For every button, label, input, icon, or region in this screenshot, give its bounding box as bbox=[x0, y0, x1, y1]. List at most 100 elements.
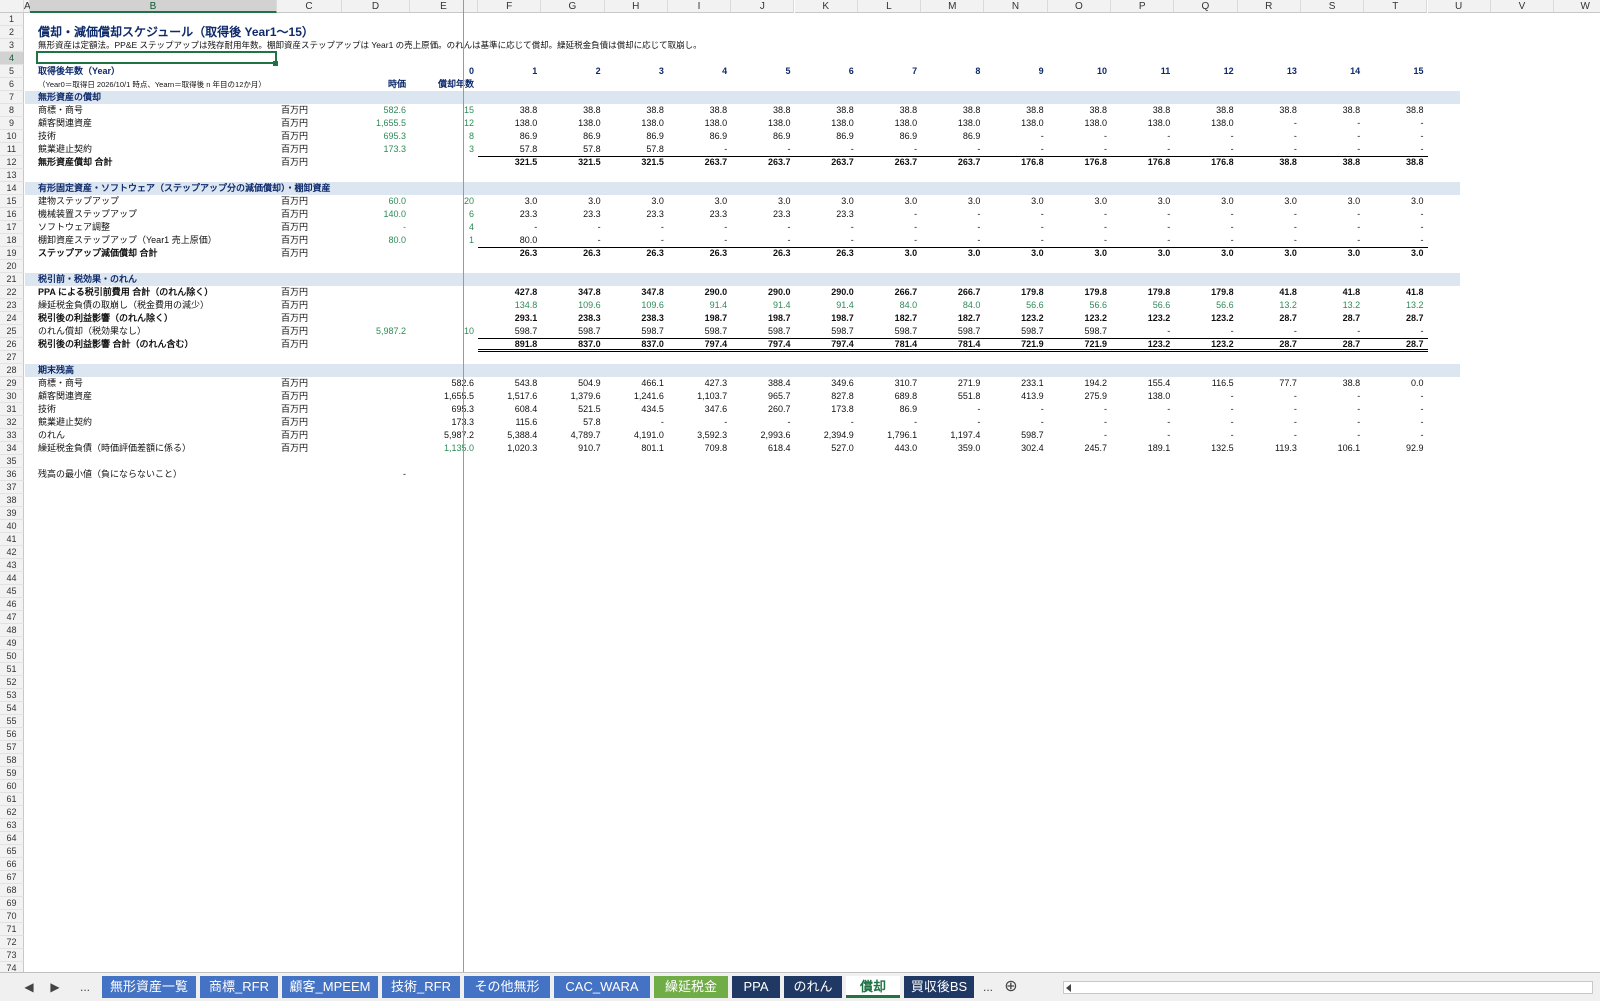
column-header-r[interactable]: R bbox=[1237, 0, 1301, 13]
value-cell[interactable]: 38.8 bbox=[1304, 156, 1424, 169]
row-header[interactable]: 21 bbox=[0, 273, 24, 286]
tab-scroll-next-icon[interactable]: ▶ bbox=[46, 976, 64, 998]
row-header[interactable]: 62 bbox=[0, 806, 24, 819]
row-label[interactable]: 技術 bbox=[38, 403, 56, 416]
sheet-tab[interactable]: 商標_RFR bbox=[200, 976, 278, 998]
column-header-l[interactable]: L bbox=[857, 0, 922, 13]
row-header[interactable]: 59 bbox=[0, 767, 24, 780]
select-all-corner[interactable] bbox=[0, 0, 24, 13]
sheet-tab[interactable]: その他無形 bbox=[464, 976, 550, 998]
row-label[interactable]: PPA による税引前費用 合計（のれん除く） bbox=[38, 286, 213, 299]
spreadsheet-grid[interactable]: ABCDEFGHIJKLMNOPQRSTUVW 1 2 3 4 5 6 7 8 9 10 11 12 1… bbox=[0, 0, 1600, 972]
value-cell[interactable]: - bbox=[1304, 416, 1424, 429]
fill-handle[interactable] bbox=[273, 61, 278, 66]
row-label[interactable]: 繰延税金負債の取崩し（税金費用の減少） bbox=[38, 299, 209, 312]
column-header-t[interactable]: T bbox=[1364, 0, 1428, 13]
value-cell[interactable]: - bbox=[1304, 130, 1424, 143]
tab-more-right[interactable]: ... bbox=[978, 976, 998, 998]
row-label[interactable]: 競業避止契約 bbox=[38, 143, 92, 156]
row-header[interactable]: 37 bbox=[0, 481, 24, 494]
unit-cell[interactable]: 百万円 bbox=[281, 156, 308, 169]
value-cell[interactable]: - bbox=[1304, 234, 1424, 247]
row-header[interactable]: 54 bbox=[0, 702, 24, 715]
value-cell[interactable]: 3.0 bbox=[1304, 247, 1424, 260]
min-balance-check-value[interactable]: - bbox=[286, 468, 406, 481]
row-header[interactable]: 50 bbox=[0, 650, 24, 663]
row-header[interactable]: 52 bbox=[0, 676, 24, 689]
sheet-tab[interactable]: 買収後BS bbox=[904, 976, 974, 998]
row-header[interactable]: 8 bbox=[0, 104, 24, 117]
unit-cell[interactable]: 百万円 bbox=[281, 390, 308, 403]
value-cell[interactable]: - bbox=[1304, 117, 1424, 130]
row-header[interactable]: 73 bbox=[0, 949, 24, 962]
row-header[interactable]: 23 bbox=[0, 299, 24, 312]
row-header[interactable]: 65 bbox=[0, 845, 24, 858]
section-intangible-amortization[interactable]: 無形資産の償却 bbox=[38, 91, 101, 104]
row-header[interactable]: 1 bbox=[0, 13, 24, 26]
row-label[interactable]: ステップアップ減価償却 合計 bbox=[38, 247, 158, 260]
row-header[interactable]: 15 bbox=[0, 195, 24, 208]
row-label[interactable]: 顧客関連資産 bbox=[38, 390, 92, 403]
sheet-tab[interactable]: 繰延税金 bbox=[654, 976, 728, 998]
column-header-q[interactable]: Q bbox=[1174, 0, 1238, 13]
row-header[interactable]: 47 bbox=[0, 611, 24, 624]
row-header[interactable]: 12 bbox=[0, 156, 24, 169]
column-header-p[interactable]: P bbox=[1111, 0, 1175, 13]
unit-cell[interactable]: 百万円 bbox=[281, 442, 308, 455]
sheet-tab[interactable]: CAC_WARA bbox=[554, 976, 650, 998]
useful-life-header[interactable]: 償却年数 bbox=[354, 78, 474, 91]
row-header[interactable]: 44 bbox=[0, 572, 24, 585]
row-header[interactable]: 5 bbox=[0, 65, 24, 78]
row-label[interactable]: のれん償却（税効果なし） bbox=[38, 325, 146, 338]
value-cell[interactable]: 3.0 bbox=[1304, 195, 1424, 208]
row-header[interactable]: 38 bbox=[0, 494, 24, 507]
column-header-e[interactable]: E bbox=[410, 0, 478, 13]
row-header[interactable]: 28 bbox=[0, 364, 24, 377]
row-header[interactable]: 18 bbox=[0, 234, 24, 247]
timing-note[interactable]: （Year0＝取得日 2026/10/1 時点、Yearn＝取得後 n 年目の1… bbox=[38, 78, 266, 91]
row-header[interactable]: 29 bbox=[0, 377, 24, 390]
row-header[interactable]: 9 bbox=[0, 117, 24, 130]
column-header-s[interactable]: S bbox=[1300, 0, 1365, 13]
row-header[interactable]: 68 bbox=[0, 884, 24, 897]
row-label[interactable]: 税引後の利益影響 合計（のれん含む） bbox=[38, 338, 194, 351]
row-label[interactable]: 商標・商号 bbox=[38, 104, 83, 117]
tab-more-left[interactable]: ... bbox=[74, 976, 96, 998]
unit-cell[interactable]: 百万円 bbox=[281, 416, 308, 429]
row-header[interactable]: 19 bbox=[0, 247, 24, 260]
value-cell[interactable]: - bbox=[1304, 429, 1424, 442]
column-header-m[interactable]: M bbox=[921, 0, 985, 13]
column-header-i[interactable]: I bbox=[667, 0, 732, 13]
row-label[interactable]: 競業避止契約 bbox=[38, 416, 92, 429]
row-label[interactable]: 商標・商号 bbox=[38, 377, 83, 390]
row-header[interactable]: 16 bbox=[0, 208, 24, 221]
row-header[interactable]: 53 bbox=[0, 689, 24, 702]
add-sheet-icon[interactable]: ⊕ bbox=[1000, 976, 1022, 998]
row-header[interactable]: 41 bbox=[0, 533, 24, 546]
column-header-g[interactable]: G bbox=[541, 0, 605, 13]
tab-scroll-prev-icon[interactable]: ◀ bbox=[20, 976, 38, 998]
row-label[interactable]: 棚卸資産ステップアップ（Year1 売上原価） bbox=[38, 234, 217, 247]
row-header[interactable]: 42 bbox=[0, 546, 24, 559]
row-header[interactable]: 27 bbox=[0, 351, 24, 364]
section-ending-balances[interactable]: 期末残高 bbox=[38, 364, 74, 377]
value-cell[interactable]: - bbox=[1304, 403, 1424, 416]
row-header[interactable]: 25 bbox=[0, 325, 24, 338]
row-header[interactable]: 61 bbox=[0, 793, 24, 806]
row-label[interactable]: 税引後の利益影響（のれん除く） bbox=[38, 312, 173, 325]
row-label[interactable]: ソフトウェア調整 bbox=[38, 221, 110, 234]
row-header[interactable]: 67 bbox=[0, 871, 24, 884]
row-header[interactable]: 49 bbox=[0, 637, 24, 650]
unit-cell[interactable]: 百万円 bbox=[281, 377, 308, 390]
row-label[interactable]: 顧客関連資産 bbox=[38, 117, 92, 130]
row-label[interactable]: 技術 bbox=[38, 130, 56, 143]
row-header[interactable]: 31 bbox=[0, 403, 24, 416]
value-cell[interactable]: - bbox=[1304, 143, 1424, 156]
sheet-tab[interactable]: PPA bbox=[732, 976, 780, 998]
unit-cell[interactable]: 百万円 bbox=[281, 247, 308, 260]
column-header-b[interactable]: B bbox=[30, 0, 277, 13]
section-tax-goodwill[interactable]: 税引前・税効果・のれん bbox=[38, 273, 137, 286]
row-label[interactable]: 繰延税金負債（時価評価差額に係る） bbox=[38, 442, 191, 455]
row-header[interactable]: 10 bbox=[0, 130, 24, 143]
row-header[interactable]: 40 bbox=[0, 520, 24, 533]
